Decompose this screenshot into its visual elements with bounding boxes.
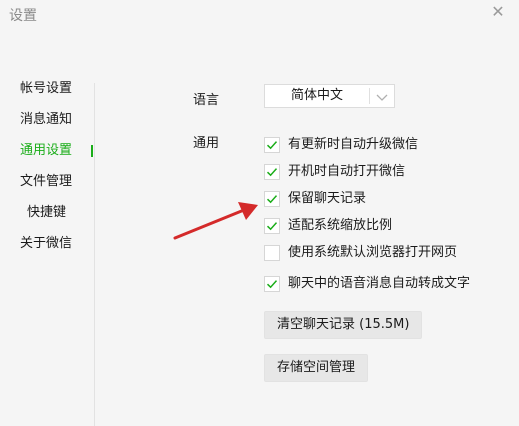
sidebar-item-about[interactable]: 关于微信 [0, 233, 95, 255]
keep-chat-history-checkbox[interactable] [264, 191, 280, 207]
checkmark-icon [266, 141, 278, 150]
sidebar-item-label: 快捷键 [27, 205, 67, 220]
language-label: 语言 [193, 93, 220, 108]
checkmark-icon [266, 222, 278, 231]
active-indicator [91, 145, 93, 157]
option-label: 开机时自动打开微信 [288, 164, 406, 179]
select-separator [369, 88, 370, 104]
sidebar-item-label: 消息通知 [20, 112, 73, 127]
sidebar-divider [94, 83, 95, 426]
sidebar-item-label: 文件管理 [20, 174, 73, 189]
option-label: 使用系统默认浏览器打开网页 [288, 245, 458, 260]
sidebar-item-general[interactable]: 通用设置 [0, 140, 95, 162]
close-button[interactable]: ✕ [487, 2, 509, 22]
option-label: 适配系统缩放比例 [288, 218, 393, 233]
close-icon: ✕ [491, 2, 505, 21]
language-select-value: 简体中文 [290, 88, 343, 103]
option-label: 保留聊天记录 [288, 191, 367, 206]
red-arrow-icon [173, 202, 258, 240]
checkmark-icon [266, 195, 278, 204]
sidebar-item-shortcuts[interactable]: 快捷键 [0, 202, 95, 224]
launch-on-startup-checkbox[interactable] [264, 164, 280, 180]
language-select[interactable]: 简体中文 [264, 84, 395, 108]
general-label: 通用 [193, 136, 220, 151]
checkmark-icon [266, 168, 278, 177]
sidebar-item-notifications[interactable]: 消息通知 [0, 109, 95, 131]
voice-to-text-checkbox[interactable] [264, 276, 280, 292]
option-label: 聊天中的语音消息自动转成文字 [288, 276, 471, 291]
sidebar-item-label: 帐号设置 [20, 81, 73, 96]
option-label: 有更新时自动升级微信 [288, 137, 419, 152]
checkmark-icon [266, 280, 278, 289]
system-scaling-checkbox[interactable] [264, 218, 280, 234]
sidebar-item-account[interactable]: 帐号设置 [0, 78, 95, 100]
sidebar-item-label: 通用设置 [20, 143, 73, 158]
storage-management-button[interactable]: 存储空间管理 [264, 354, 369, 382]
clear-chat-history-button[interactable]: 清空聊天记录 (15.5M) [264, 311, 423, 339]
chevron-down-icon [375, 89, 389, 103]
sidebar-item-files[interactable]: 文件管理 [0, 171, 95, 193]
sidebar-item-label: 关于微信 [20, 236, 73, 251]
auto-update-checkbox[interactable] [264, 137, 280, 153]
default-browser-checkbox[interactable] [264, 245, 280, 261]
window-title: 设置 [9, 8, 37, 24]
